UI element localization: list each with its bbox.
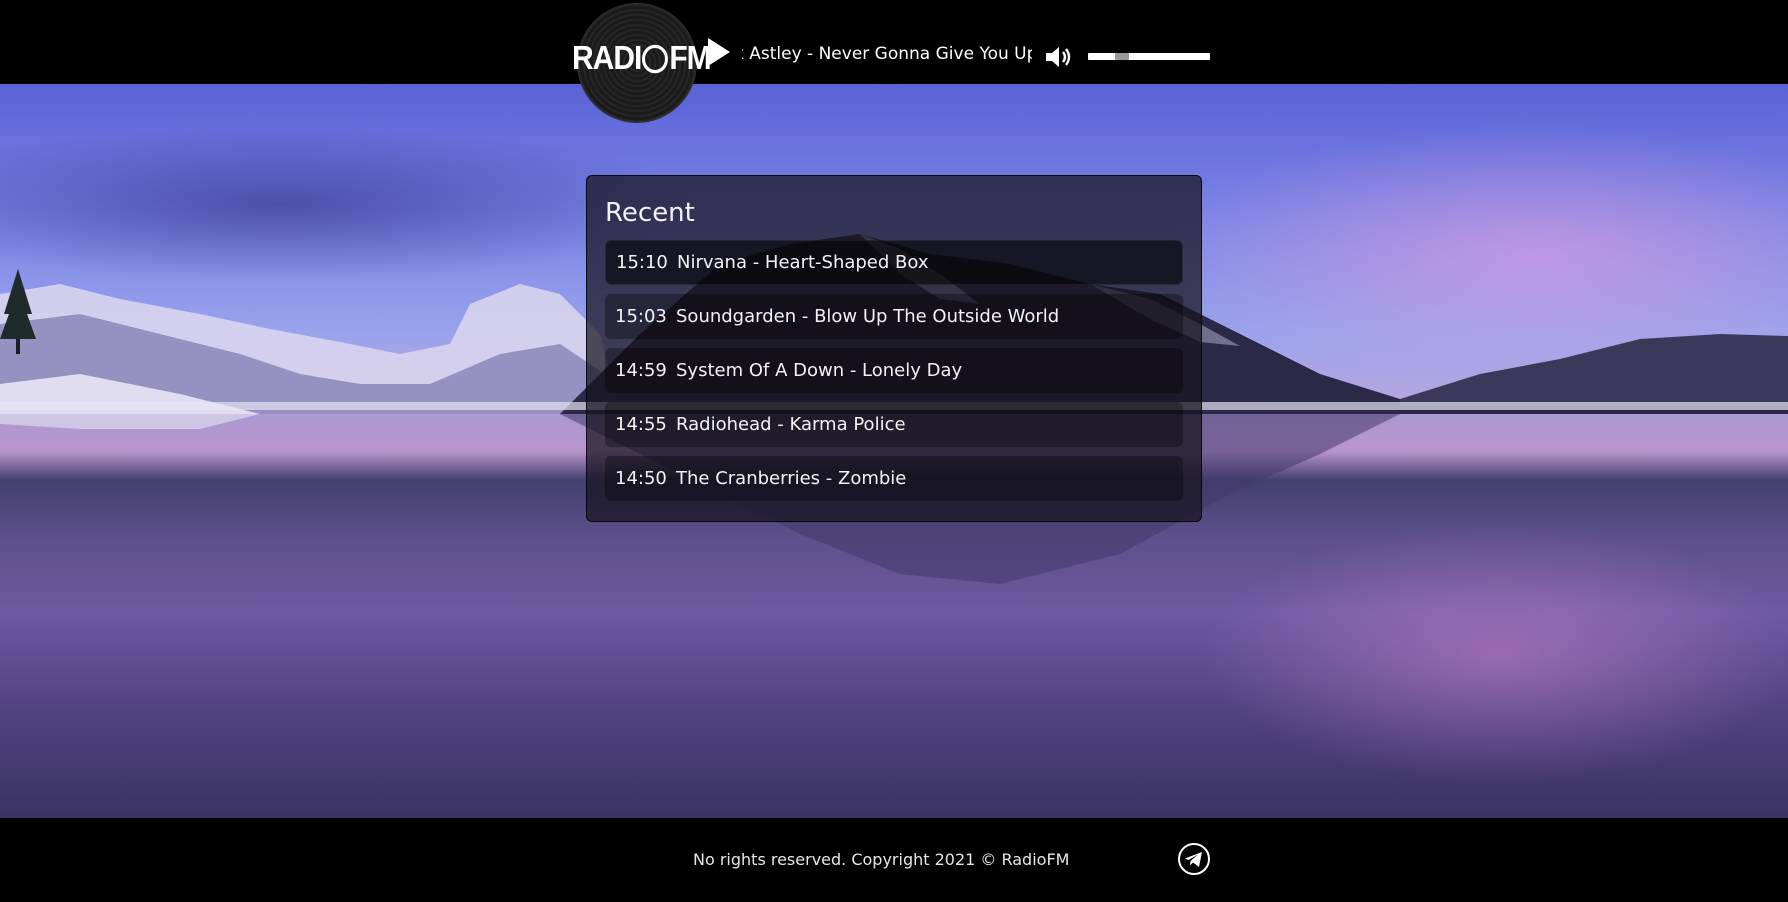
- track-time: 14:59: [615, 360, 667, 381]
- telegram-link[interactable]: [1177, 842, 1211, 876]
- track-row[interactable]: 15:10 Nirvana - Heart-Shaped Box: [605, 240, 1183, 285]
- volume-slider[interactable]: [1088, 53, 1210, 60]
- track-row[interactable]: 14:55 Radiohead - Karma Police: [605, 402, 1183, 447]
- logo-o-circle: [642, 44, 669, 74]
- volume-icon: [1046, 47, 1071, 67]
- track-time: 14:50: [615, 468, 667, 489]
- track-title: System Of A Down - Lonely Day: [676, 360, 963, 381]
- track-title: Soundgarden - Blow Up The Outside World: [676, 306, 1060, 327]
- volume-slider-thumb[interactable]: [1115, 53, 1129, 60]
- copyright-text: No rights reserved. Copyright 2021 © Rad…: [693, 850, 1070, 869]
- now-playing-marquee: k Astley - Never Gonna Give You Up: [742, 44, 1032, 70]
- vinyl-record-logo[interactable]: RADI FM: [572, 4, 712, 122]
- recent-tracks-panel: Recent 15:10 Nirvana - Heart-Shaped Box …: [586, 175, 1202, 522]
- track-title: Radiohead - Karma Police: [676, 414, 906, 435]
- logo-text-radi: RADI: [572, 40, 642, 77]
- track-time: 15:03: [615, 306, 667, 327]
- track-title: Nirvana - Heart-Shaped Box: [677, 252, 929, 273]
- radio-page: k Astley - Never Gonna Give You Up RADI F…: [0, 0, 1788, 902]
- logo-text: RADI FM: [572, 40, 712, 77]
- header-bar: k Astley - Never Gonna Give You Up: [0, 0, 1788, 84]
- track-row[interactable]: 15:03 Soundgarden - Blow Up The Outside …: [605, 294, 1183, 339]
- water-reflection-glow: [1200, 524, 1788, 784]
- track-title: The Cranberries - Zombie: [676, 468, 907, 489]
- telegram-icon: [1178, 843, 1210, 875]
- volume-button[interactable]: [1044, 44, 1074, 70]
- track-row[interactable]: 14:59 System Of A Down - Lonely Day: [605, 348, 1183, 393]
- logo-text-fm: FM: [669, 40, 711, 77]
- track-time: 15:10: [616, 252, 668, 273]
- track-row[interactable]: 14:50 The Cranberries - Zombie: [605, 456, 1183, 501]
- recent-track-list: 15:10 Nirvana - Heart-Shaped Box 15:03 S…: [605, 240, 1183, 501]
- now-playing-text: k Astley - Never Gonna Give You Up: [742, 44, 1032, 64]
- track-time: 14:55: [615, 414, 667, 435]
- recent-title: Recent: [605, 198, 695, 228]
